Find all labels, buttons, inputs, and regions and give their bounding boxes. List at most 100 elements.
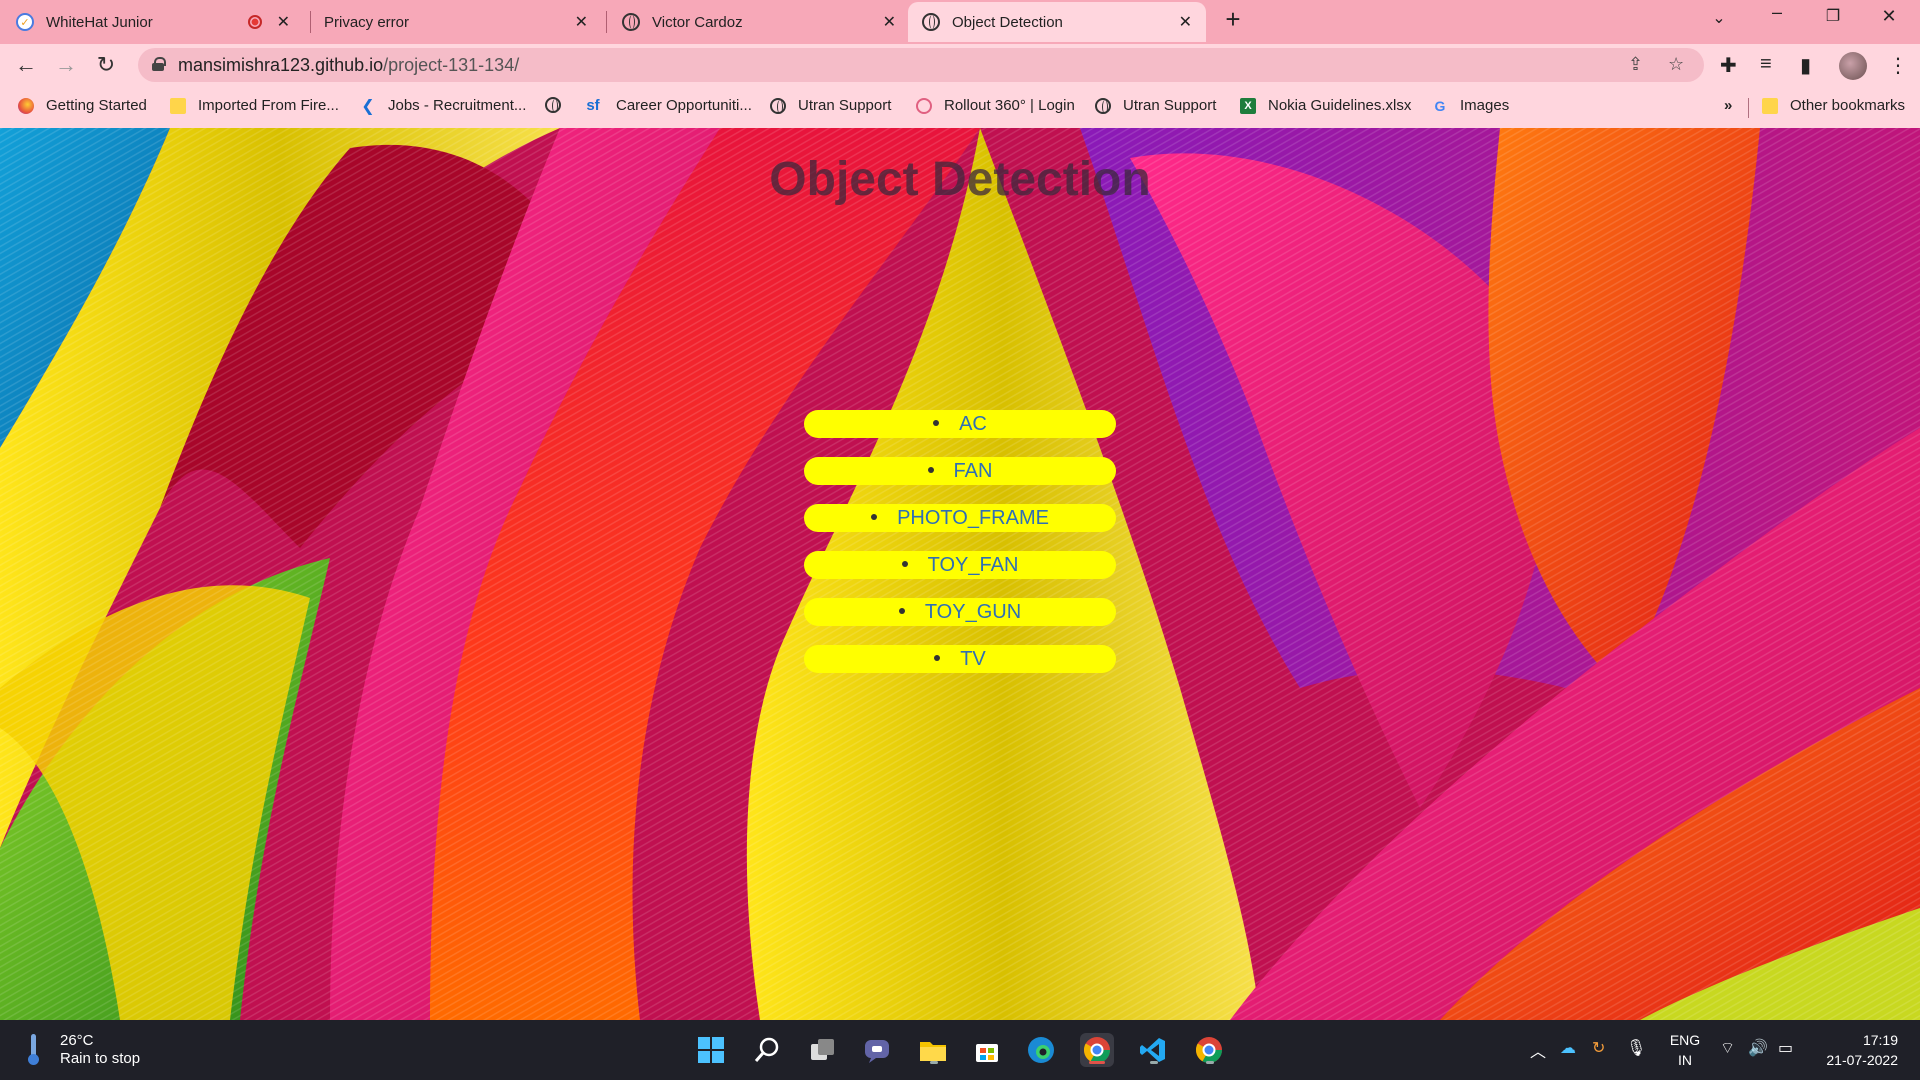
close-tab-icon[interactable]: ✕ [1179,12,1192,32]
bookmark-label: Imported From Fire... [198,97,339,114]
tab-bar: ✓ WhiteHat Junior ✕ Privacy error ✕ Vict… [0,0,1920,44]
microsoft-store-icon[interactable] [970,1033,1004,1067]
file-explorer-icon[interactable] [916,1033,950,1067]
bookmark-label: Other bookmarks [1790,97,1906,114]
close-tab-icon[interactable]: ✕ [883,12,896,32]
page-content: Object Detection AC FAN PHOTO_FRAME TOY_… [0,128,1920,1020]
folder-icon [170,97,186,114]
bookmark-rollout-360[interactable]: Rollout 360° | Login [916,97,1075,114]
extensions-puzzle-icon[interactable]: ✚ [1720,53,1737,78]
object-link[interactable]: PHOTO_FRAME [897,507,1049,529]
tab-separator [606,11,607,33]
running-indicator [1206,1061,1214,1064]
close-tab-icon[interactable]: ✕ [277,12,290,32]
list-item[interactable]: FAN [804,457,1116,485]
start-windows-icon[interactable] [694,1033,728,1067]
side-panel-icon[interactable]: ▮ [1800,53,1811,78]
back-arrow-icon[interactable]: ← [12,52,40,80]
object-link[interactable]: TOY_FAN [928,554,1019,576]
edge-browser-icon[interactable] [1024,1033,1058,1067]
tray-chevron-up-icon[interactable]: ︿ [1530,1038,1546,1062]
sync-icon[interactable]: ↻ [1592,1038,1605,1058]
object-link[interactable]: TOY_GUN [925,601,1021,623]
share-icon[interactable]: ⇪ [1628,54,1643,75]
bookmark-getting-started[interactable]: Getting Started [18,97,147,114]
bookmark-globe[interactable] [545,97,561,113]
globe-icon [545,97,561,113]
tab-object-detection[interactable]: Object Detection ✕ [908,2,1206,42]
bookmark-images[interactable]: G Images [1432,97,1510,114]
minimize-icon[interactable]: – [1754,2,1800,23]
bullet-icon [871,513,878,520]
star-icon[interactable]: ☆ [1668,54,1684,75]
object-link[interactable]: AC [959,413,987,435]
tab-title: WhiteHat Junior [46,13,153,31]
system-clock[interactable]: 17:19 21-07-2022 [1818,1030,1898,1070]
teams-chat-icon[interactable] [860,1033,894,1067]
list-item[interactable]: PHOTO_FRAME [804,504,1116,532]
firefox-icon [18,97,34,114]
tab-whitehat-junior[interactable]: ✓ WhiteHat Junior ✕ [16,2,304,42]
bookmark-label: Career Opportuniti... [616,97,752,114]
vscode-icon[interactable] [1136,1033,1170,1067]
bookmark-label: Jobs - Recruitment... [388,97,527,114]
bullet-icon [901,560,908,567]
bookmark-utran-support-1[interactable]: Utran Support [770,97,891,114]
bookmark-label: Images [1460,97,1510,114]
tab-search-chevron-icon[interactable]: ⌄ [1696,8,1742,28]
bookmark-label: Nokia Guidelines.xlsx [1268,97,1412,114]
region-code: IN [1678,1052,1692,1068]
tab-privacy-error[interactable]: Privacy error ✕ [312,2,602,42]
chrome-browser-icon[interactable] [1080,1033,1114,1067]
google-icon: G [1434,97,1446,114]
running-indicator [1089,1061,1105,1064]
profile-avatar[interactable] [1839,52,1867,80]
tab-victor-cardoz[interactable]: Victor Cardoz ✕ [622,2,910,42]
bookmark-career-opportunities[interactable]: sf Career Opportuniti... [582,97,752,114]
reload-icon[interactable]: ↻ [92,52,120,80]
volume-icon[interactable]: 🔊 [1748,1038,1768,1058]
list-item[interactable]: TV [804,645,1116,673]
clock-date: 21-07-2022 [1826,1052,1898,1068]
bookmark-other-bookmarks[interactable]: Other bookmarks [1762,97,1905,114]
list-item[interactable]: TOY_GUN [804,598,1116,626]
list-item[interactable]: AC [804,410,1116,438]
url-host: mansimishra123.github.io [178,55,384,75]
bookmark-utran-support-2[interactable]: Utran Support [1095,97,1216,114]
list-item[interactable]: TOY_FAN [804,551,1116,579]
plus-icon[interactable]: + [1210,4,1256,35]
more-menu-icon[interactable]: ⋮ [1888,53,1908,78]
bookmarks-bar: Getting Started Imported From Fire... ❮ … [0,86,1920,128]
restore-icon[interactable]: ❐ [1810,6,1856,26]
bookmark-nokia-guidelines[interactable]: X Nokia Guidelines.xlsx [1240,97,1411,114]
forward-arrow-icon[interactable]: → [52,52,80,80]
bookmark-label: Getting Started [46,97,147,114]
battery-icon[interactable]: ▭ [1778,1038,1793,1058]
chrome-second-icon[interactable] [1192,1033,1226,1067]
media-queue-icon[interactable]: ≡ [1760,53,1772,76]
globe-icon [1095,97,1111,114]
onedrive-cloud-icon[interactable]: ☁ [1560,1038,1576,1058]
window-close-icon[interactable]: ✕ [1866,6,1912,27]
url-text[interactable]: mansimishra123.github.io/project-131-134… [178,55,519,76]
bookmark-imported-from-firefox[interactable]: Imported From Fire... [170,97,339,114]
bookmark-jobs-recruitment[interactable]: ❮ Jobs - Recruitment... [360,97,527,115]
object-link[interactable]: TV [960,648,986,670]
windows-taskbar: 26°C Rain to stop ︿ ☁ ↻ 🎙 ENG IN ⌔ 🔊 ▭ 1… [0,1020,1920,1080]
address-bar[interactable]: mansimishra123.github.io/project-131-134… [138,48,1704,82]
bullet-icon [927,466,934,473]
wifi-icon[interactable]: ⌔ [1720,1038,1735,1058]
bookmarks-overflow-chevron-icon[interactable]: » [1724,97,1732,114]
tab-separator [310,11,311,33]
bullet-icon [898,607,905,614]
microphone-icon[interactable]: 🎙 [1626,1038,1646,1058]
weather-widget[interactable]: 26°C Rain to stop [28,1032,140,1068]
globe-icon [922,13,940,31]
k-logo-icon: ❮ [361,97,375,115]
language-indicator[interactable]: ENG IN [1668,1030,1702,1070]
task-view-icon[interactable] [806,1033,840,1067]
object-link[interactable]: FAN [954,460,993,482]
close-tab-icon[interactable]: ✕ [575,12,588,32]
browser-toolbar: ← → ↻ mansimishra123.github.io/project-1… [0,44,1920,86]
search-icon[interactable] [750,1033,784,1067]
